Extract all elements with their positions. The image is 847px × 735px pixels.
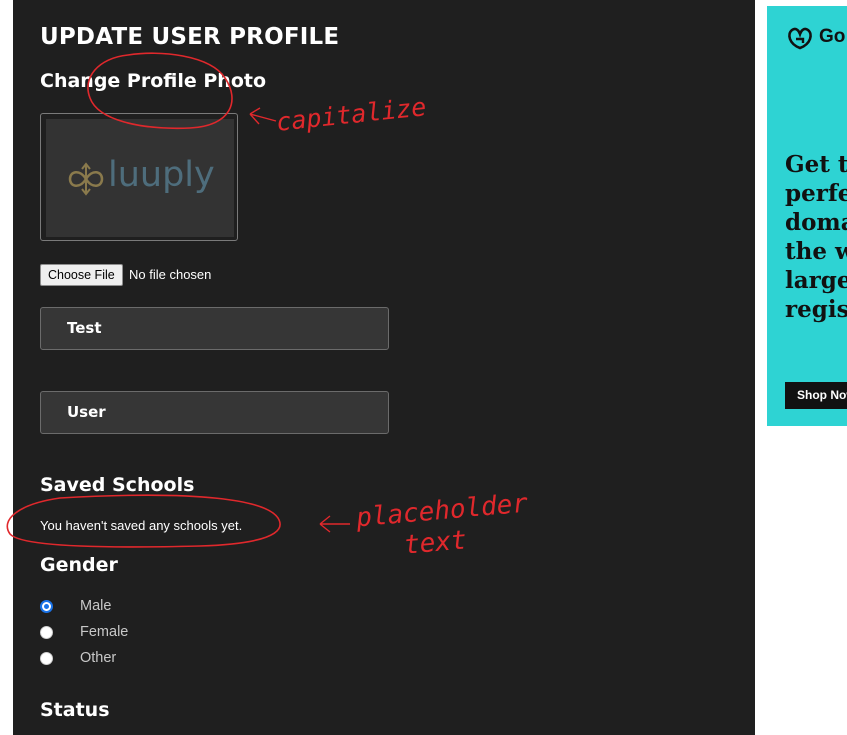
gender-other-radio[interactable]: [40, 652, 53, 665]
ad-shop-now-button[interactable]: Shop Now: [785, 382, 847, 409]
ad-headline-line: the w: [785, 238, 847, 265]
ad-headline: Get th perfe doma the w large regis: [785, 150, 847, 324]
ad-headline-line: doma: [785, 209, 847, 236]
gender-female-radio[interactable]: [40, 626, 53, 639]
profile-photo-preview: luuply: [40, 113, 238, 241]
saved-schools-title: Saved Schools: [40, 474, 195, 496]
godaddy-logo-icon: [788, 27, 812, 50]
ad-brand-text: Go: [819, 26, 846, 47]
profile-photo-image: luuply: [46, 119, 234, 237]
last-name-field[interactable]: User: [40, 391, 389, 434]
ad-headline-line: large: [785, 267, 847, 294]
luuply-logo-icon: [68, 162, 104, 196]
file-status-text: No file chosen: [129, 267, 212, 282]
page-title: UPDATE USER PROFILE: [40, 24, 340, 50]
ad-banner[interactable]: Go Get th perfe doma the w large regis S…: [767, 6, 847, 426]
ad-headline-line: regis: [785, 296, 847, 323]
first-name-field[interactable]: Test: [40, 307, 389, 350]
gender-male-radio[interactable]: [40, 600, 53, 613]
gender-female-label: Female: [80, 624, 129, 640]
gender-title: Gender: [40, 554, 118, 576]
saved-schools-empty-text: You haven't saved any schools yet.: [40, 518, 243, 533]
choose-file-button[interactable]: Choose File: [40, 264, 123, 286]
gender-other-label: Other: [80, 650, 117, 666]
gender-male-label: Male: [80, 598, 112, 614]
ad-headline-line: perfe: [785, 180, 847, 207]
status-title: Status: [40, 699, 110, 721]
photo-section-title: Change Profile Photo: [40, 70, 267, 92]
luuply-logo-text: luuply: [108, 155, 215, 195]
ad-headline-line: Get th: [785, 151, 847, 178]
annotation-text: text: [402, 525, 468, 561]
